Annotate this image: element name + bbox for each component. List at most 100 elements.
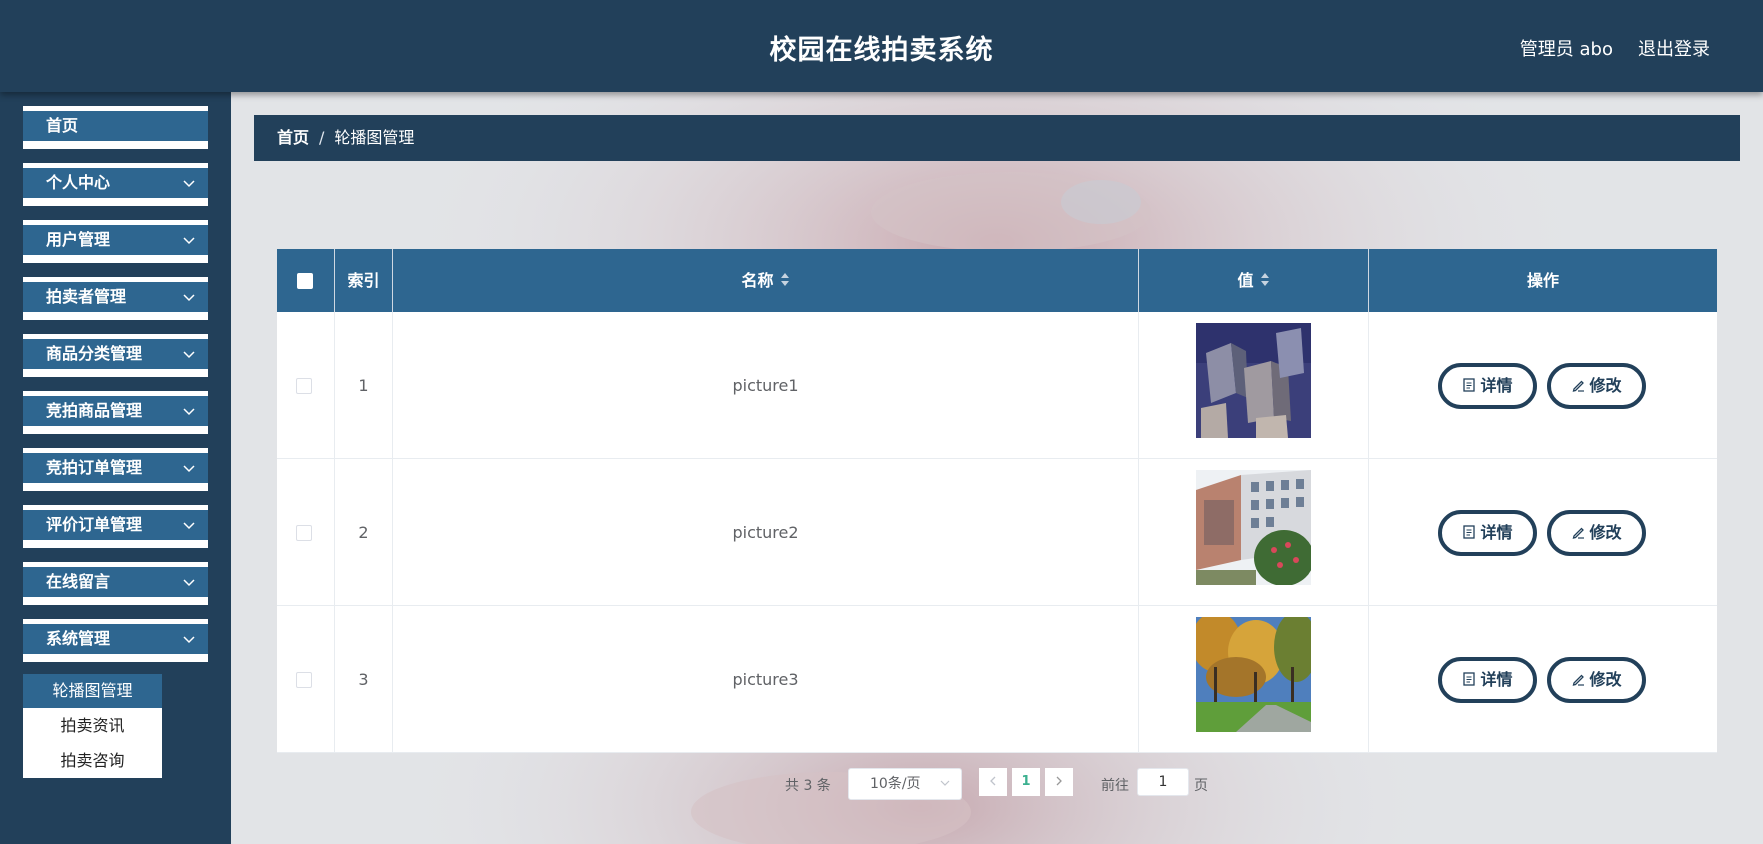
breadcrumb: 首页 / 轮播图管理 — [254, 115, 1740, 161]
select-all-column — [277, 249, 335, 312]
goto-suffix: 页 — [1194, 778, 1208, 794]
sidebar-item-label: 商品分类管理 — [46, 344, 143, 363]
chevron-left-icon — [990, 776, 996, 786]
breadcrumb-current: 轮播图管理 — [334, 128, 415, 147]
sort-icon[interactable] — [1260, 272, 1270, 288]
row-checkbox[interactable] — [296, 525, 312, 541]
sidebar-item-label: 评价订单管理 — [46, 515, 143, 534]
pagination: 共 3 条 10条/页 1 前往 页 — [231, 767, 1763, 801]
column-header-name-label: 名称 — [741, 271, 774, 290]
sidebar-item-auction-orders[interactable]: 竞拍订单管理 — [23, 448, 208, 491]
sidebar-item-label: 用户管理 — [46, 230, 111, 249]
row-checkbox[interactable] — [296, 378, 312, 394]
detail-button[interactable]: 详情 — [1438, 510, 1537, 556]
goto-page-input[interactable] — [1137, 768, 1189, 796]
submenu-item-auction-inquiry[interactable]: 拍卖咨询 — [23, 744, 162, 778]
page-number-button[interactable]: 1 — [1012, 768, 1040, 796]
detail-button[interactable]: 详情 — [1438, 363, 1537, 409]
document-icon — [1463, 671, 1476, 686]
document-icon — [1463, 377, 1476, 392]
chevron-down-icon — [183, 237, 195, 245]
edit-pencil-icon — [1573, 380, 1585, 392]
current-user: 管理员 abo — [1519, 39, 1613, 60]
column-header-value-label: 值 — [1237, 271, 1254, 290]
autumn-trees-photo — [1196, 617, 1311, 732]
chevron-down-icon — [183, 522, 195, 530]
chevron-down-icon — [183, 408, 195, 416]
table-row: 1 picture1 详情 修改 — [277, 312, 1717, 459]
column-header-name[interactable]: 名称 — [393, 249, 1139, 312]
chevron-down-icon — [183, 465, 195, 473]
system-submenu: 轮播图管理 拍卖资讯 拍卖咨询 — [23, 674, 162, 778]
edit-button-label: 修改 — [1589, 670, 1622, 689]
sidebar-item-label: 首页 — [46, 116, 79, 135]
sidebar-item-label: 竞拍订单管理 — [46, 458, 143, 477]
prev-page-button[interactable] — [979, 768, 1007, 796]
row-name: picture1 — [732, 376, 799, 395]
app-title: 校园在线拍卖系统 — [769, 35, 994, 66]
detail-button-label: 详情 — [1480, 376, 1513, 395]
row-index: 3 — [358, 670, 369, 689]
main-content: 首页 / 轮播图管理 索引 名称 值 操作 1 picture1 详情 修改 2… — [231, 92, 1763, 844]
sidebar-item-user-management[interactable]: 用户管理 — [23, 220, 208, 263]
detail-button-label: 详情 — [1480, 670, 1513, 689]
chevron-down-icon — [940, 780, 950, 786]
goto-label: 前往 — [1101, 778, 1129, 794]
sidebar-item-online-messages[interactable]: 在线留言 — [23, 562, 208, 605]
edit-button-label: 修改 — [1589, 376, 1622, 395]
top-header: 校园在线拍卖系统 管理员 abo 退出登录 — [0, 0, 1763, 92]
sidebar-item-home[interactable]: 首页 — [23, 106, 208, 149]
column-header-actions: 操作 — [1526, 271, 1559, 290]
table-row: 2 picture2 详情 修改 — [277, 459, 1717, 606]
table-header: 索引 名称 值 操作 — [277, 249, 1717, 312]
total-count: 共 3 条 — [785, 778, 831, 794]
edit-button-label: 修改 — [1589, 523, 1622, 542]
column-header-value[interactable]: 值 — [1139, 249, 1369, 312]
carousel-table: 索引 名称 值 操作 1 picture1 详情 修改 2 picture2 详… — [277, 249, 1717, 753]
breadcrumb-home[interactable]: 首页 — [277, 128, 309, 147]
sort-icon[interactable] — [780, 272, 790, 288]
detail-button[interactable]: 详情 — [1438, 657, 1537, 703]
chevron-down-icon — [183, 636, 195, 644]
chevron-right-icon — [1056, 776, 1062, 786]
sidebar-item-category-management[interactable]: 商品分类管理 — [23, 334, 208, 377]
campus-building-photo — [1196, 470, 1311, 585]
detail-button-label: 详情 — [1480, 523, 1513, 542]
abstract-cubes-photo — [1196, 323, 1311, 438]
logout-link[interactable]: 退出登录 — [1638, 35, 1710, 61]
chevron-down-icon — [183, 294, 195, 302]
edit-pencil-icon — [1573, 674, 1585, 686]
select-all-checkbox[interactable] — [297, 273, 313, 289]
sidebar-item-label: 竞拍商品管理 — [46, 401, 143, 420]
edit-button[interactable]: 修改 — [1547, 510, 1646, 556]
row-checkbox[interactable] — [296, 672, 312, 688]
document-icon — [1463, 524, 1476, 539]
submenu-item-auction-news[interactable]: 拍卖资讯 — [23, 709, 162, 743]
chevron-down-icon — [183, 579, 195, 587]
sidebar-item-label: 拍卖者管理 — [46, 287, 127, 306]
sidebar-item-label: 系统管理 — [46, 629, 111, 648]
page-size-select[interactable]: 10条/页 — [848, 768, 962, 800]
edit-pencil-icon — [1573, 527, 1585, 539]
column-header-index: 索引 — [335, 249, 393, 312]
chevron-down-icon — [183, 351, 195, 359]
sidebar-item-auction-goods[interactable]: 竞拍商品管理 — [23, 391, 208, 434]
page-size-value: 10条/页 — [870, 776, 921, 792]
next-page-button[interactable] — [1045, 768, 1073, 796]
row-index: 1 — [358, 376, 369, 395]
row-name: picture2 — [732, 523, 799, 542]
edit-button[interactable]: 修改 — [1547, 363, 1646, 409]
table-row: 3 picture3 详情 修改 — [277, 606, 1717, 753]
sidebar: 首页 个人中心 用户管理 拍卖者管理 商品分类管理 竞拍商品管理 竞拍订单管理 … — [0, 92, 231, 844]
sidebar-item-label: 个人中心 — [46, 173, 111, 192]
chevron-down-icon — [183, 180, 195, 188]
edit-button[interactable]: 修改 — [1547, 657, 1646, 703]
sidebar-item-personal-center[interactable]: 个人中心 — [23, 163, 208, 206]
sidebar-item-system-management[interactable]: 系统管理 — [23, 619, 208, 662]
row-name: picture3 — [732, 670, 799, 689]
sidebar-item-review-orders[interactable]: 评价订单管理 — [23, 505, 208, 548]
submenu-item-carousel[interactable]: 轮播图管理 — [23, 674, 162, 708]
breadcrumb-separator: / — [319, 128, 325, 147]
row-index: 2 — [358, 523, 369, 542]
sidebar-item-auctioneer-management[interactable]: 拍卖者管理 — [23, 277, 208, 320]
